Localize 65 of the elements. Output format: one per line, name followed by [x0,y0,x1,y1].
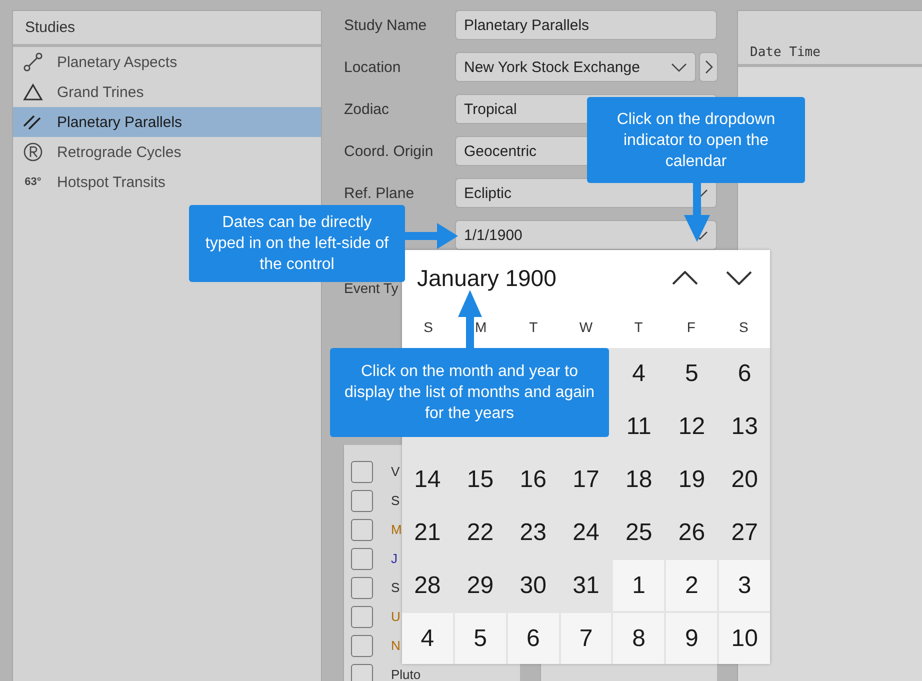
checkbox[interactable] [351,576,373,598]
circled-r-icon [23,142,43,162]
callout-tooltip: Click on the dropdown indicator to open the calendar [587,97,805,183]
field-label: Zodiac [344,100,390,118]
planet-label: U [391,609,400,624]
planet-label: V [391,464,400,479]
checkbox[interactable] [351,664,373,681]
field-label: Event Ty [344,280,398,296]
callout-arrow [684,183,710,242]
planet-label: J [391,551,398,566]
checkbox[interactable] [351,548,373,570]
field-label: Study Name [344,16,428,34]
calendar-day[interactable]: 6 [508,613,559,664]
checkbox[interactable] [351,606,373,628]
planet-label: S [391,493,400,508]
chevron-up-icon [672,271,698,285]
text-field[interactable]: Planetary Parallels [455,10,717,40]
chevron-down-icon [726,271,752,285]
weekday-label: M [474,319,488,335]
callout-arrow [405,223,458,249]
sidebar-item[interactable]: Planetary Parallels [13,107,321,137]
calendar-day[interactable]: 1 [613,560,664,611]
weekday-label: S [738,319,750,335]
month-year-button[interactable]: January 1900 [417,264,556,292]
calendar-day[interactable]: 7 [560,613,612,664]
callout-tooltip: Click on the month and year to display the list of months and again for the years [330,348,609,437]
checkbox[interactable] [351,518,373,540]
calendar-day[interactable]: 8 [613,613,664,664]
planet-label: N [391,638,400,653]
calendar-day[interactable]: 4 [402,613,453,664]
sidebar-item[interactable]: 63° Hotspot Transits [13,167,321,197]
sidebar-item[interactable]: Planetary Aspects [13,47,321,77]
calendar-day[interactable]: 9 [666,613,718,664]
checkbox[interactable] [351,490,373,512]
calendar-day[interactable]: 3 [719,560,770,611]
field-label: Location [344,58,402,76]
planet-label: Pluto [391,667,421,681]
nodes-icon [23,52,43,72]
next-button[interactable] [699,52,718,82]
triangle-icon [23,83,43,101]
field-label: Coord. Origin [344,142,434,160]
dropdown-field[interactable]: New York Stock Exchange [455,52,696,82]
chevron-right-icon [704,60,712,74]
degree-label: 63° [24,176,42,188]
weekday-label: S [422,319,434,335]
weekday-label: W [578,319,594,335]
calendar-day[interactable]: 5 [454,613,506,664]
panel-title: Studies [13,11,321,47]
dropdown-field[interactable]: 1/1/1900 [455,220,717,250]
weekday-label: T [528,319,539,335]
checkbox[interactable] [351,634,373,656]
weekday-label: T [633,319,644,335]
calendar-day[interactable]: 10 [719,613,770,664]
field-label: Ref. Plane [344,184,416,202]
planet-label: S [391,580,400,595]
planet-label: M [391,522,402,537]
callout-tooltip: Dates can be directly typed in on the left-side of the control [189,205,405,282]
sidebar-item[interactable]: Grand Trines [13,77,321,107]
chevron-icon [671,62,687,72]
weekday-label: F [686,319,696,335]
sidebar-item[interactable]: Retrograde Cycles [13,137,321,167]
calendar-day[interactable]: 2 [666,560,718,611]
checkbox[interactable] [351,460,373,482]
column-header: Date Time [750,45,820,60]
parallel-lines-icon [23,113,43,131]
